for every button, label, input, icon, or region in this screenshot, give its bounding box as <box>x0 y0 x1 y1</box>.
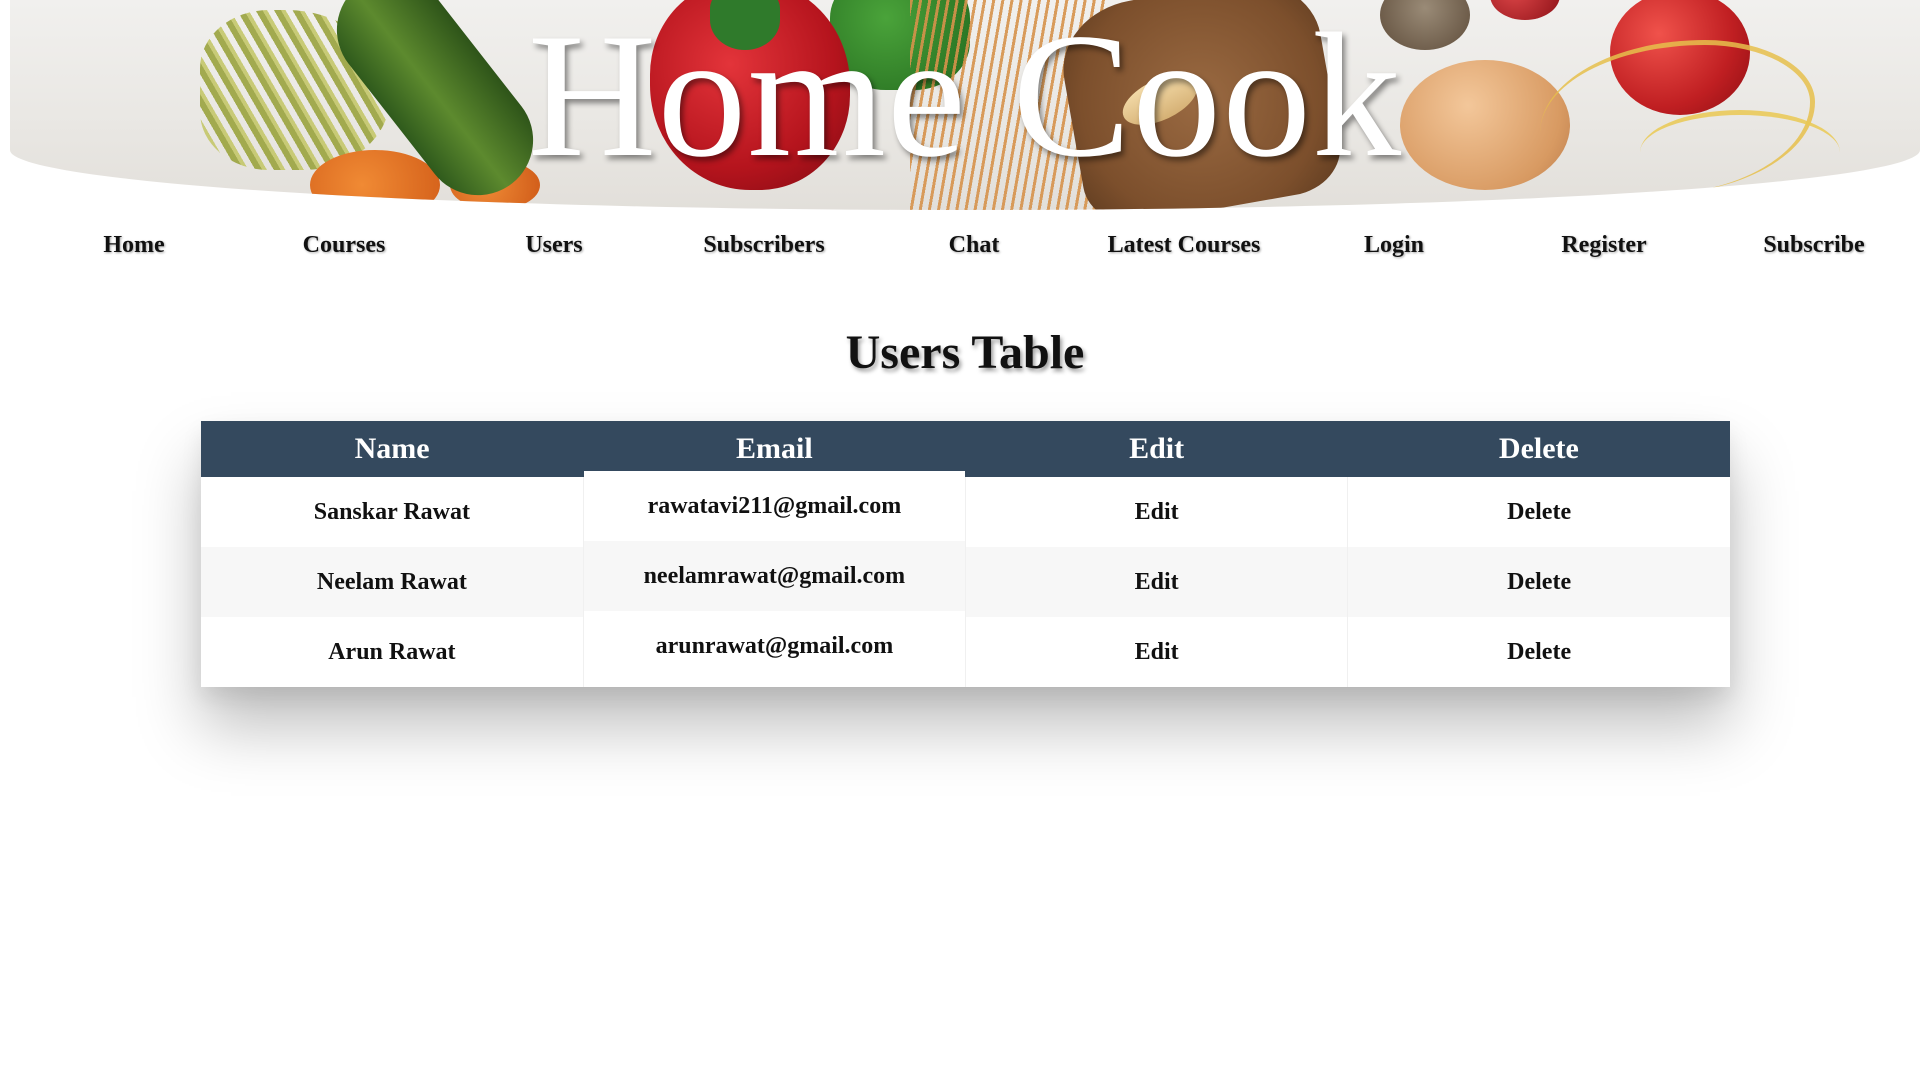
column-header-name: Name <box>201 421 584 477</box>
nav-item-login[interactable]: Login <box>1289 232 1499 259</box>
page-title: Users Table <box>845 326 1085 379</box>
edit-cell: Edit <box>965 617 1349 687</box>
column-header-edit: Edit <box>965 421 1348 477</box>
user-email-cell: neelamrawat@gmail.com <box>583 541 967 611</box>
main-nav: Home Courses Users Subscribers Chat Late… <box>0 232 1920 272</box>
user-email-cell: rawatavi211@gmail.com <box>583 471 967 541</box>
edit-link[interactable]: Edit <box>1135 569 1179 595</box>
nav-item-users[interactable]: Users <box>449 232 659 259</box>
site-title: Home Cook <box>527 0 1403 194</box>
edit-link[interactable]: Edit <box>1135 499 1179 525</box>
column-header-email: Email <box>583 421 966 477</box>
user-name-cell: Neelam Rawat <box>201 547 584 617</box>
nav-item-courses[interactable]: Courses <box>239 232 449 259</box>
user-name-cell: Arun Rawat <box>201 617 584 687</box>
nav-item-register[interactable]: Register <box>1499 232 1709 259</box>
table-row: Neelam Rawat neelamrawat@gmail.com Edit … <box>201 541 1730 617</box>
delete-cell: Delete <box>1347 547 1730 617</box>
delete-cell: Delete <box>1347 617 1730 687</box>
table-header: Name Email Edit Delete <box>201 421 1730 477</box>
column-header-delete: Delete <box>1347 421 1730 477</box>
delete-link[interactable]: Delete <box>1507 639 1571 665</box>
users-table-container: Name Email Edit Delete Sanskar Rawat raw… <box>201 421 1730 687</box>
delete-link[interactable]: Delete <box>1507 569 1571 595</box>
table-row: Arun Rawat arunrawat@gmail.com Edit Dele… <box>201 611 1730 687</box>
user-name-cell: Sanskar Rawat <box>201 477 584 547</box>
users-table: Name Email Edit Delete Sanskar Rawat raw… <box>201 421 1730 687</box>
edit-link[interactable]: Edit <box>1135 639 1179 665</box>
table-body: Sanskar Rawat rawatavi211@gmail.com Edit… <box>201 471 1730 687</box>
nav-item-latest-courses[interactable]: Latest Courses <box>1079 232 1289 259</box>
edit-cell: Edit <box>965 477 1349 547</box>
nav-item-chat[interactable]: Chat <box>869 232 1079 259</box>
user-email-cell: arunrawat@gmail.com <box>583 611 967 681</box>
nav-item-subscribers[interactable]: Subscribers <box>659 232 869 259</box>
edit-cell: Edit <box>965 547 1349 617</box>
table-row: Sanskar Rawat rawatavi211@gmail.com Edit… <box>201 471 1730 547</box>
delete-link[interactable]: Delete <box>1507 499 1571 525</box>
delete-cell: Delete <box>1347 477 1730 547</box>
table-header-row: Name Email Edit Delete <box>201 421 1730 477</box>
nav-item-home[interactable]: Home <box>29 232 239 259</box>
nav-item-subscribe[interactable]: Subscribe <box>1709 232 1919 259</box>
